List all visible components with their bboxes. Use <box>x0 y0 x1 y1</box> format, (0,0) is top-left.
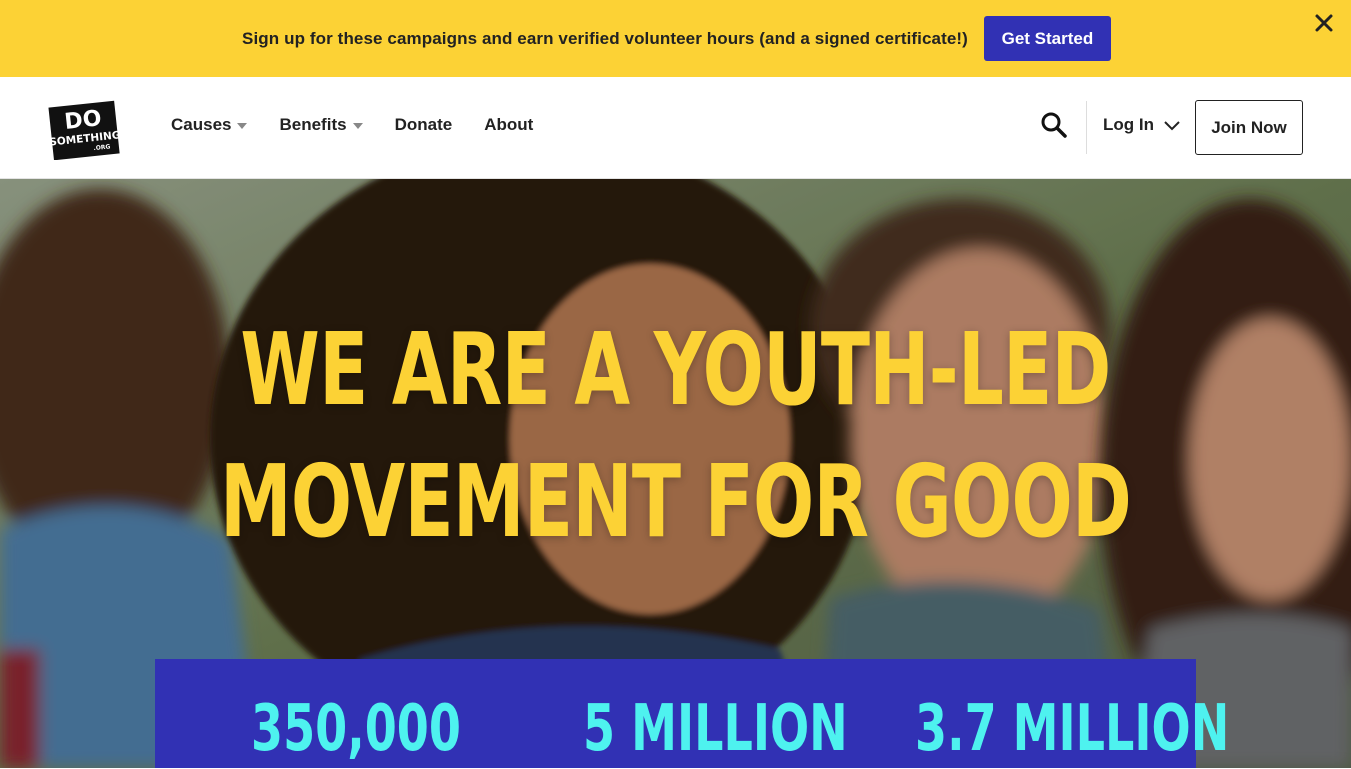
hero-title-line1: WE ARE A YOUTH-LED <box>240 311 1111 428</box>
site-header: DO SOMETHING .ORG Causes Benefits Donate… <box>0 77 1351 179</box>
nav-benefits[interactable]: Benefits <box>279 115 363 135</box>
login-label: Log In <box>1103 115 1154 134</box>
caret-down-icon <box>237 123 248 129</box>
stats-bar: 350,000 5 MILLION 3.7 MILLION <box>155 659 1229 768</box>
promo-banner: Sign up for these campaigns and earn ver… <box>0 0 1351 77</box>
promo-text: Sign up for these campaigns and earn ver… <box>242 28 968 48</box>
header-divider <box>1086 101 1087 154</box>
logo-line1: DO <box>63 106 102 135</box>
nav-benefits-label: Benefits <box>279 115 347 134</box>
get-started-button[interactable]: Get Started <box>983 16 1111 61</box>
search-icon[interactable] <box>1040 111 1068 139</box>
dosomething-logo[interactable]: DO SOMETHING .ORG <box>48 100 120 160</box>
main-nav: Causes Benefits Donate About <box>171 115 565 135</box>
stat-value-young-people: 5 MILLION <box>583 692 848 766</box>
hero-title: WE ARE A YOUTH-LED MOVEMENT FOR GOOD <box>189 304 1162 568</box>
chevron-down-icon <box>1164 121 1180 131</box>
nav-causes-label: Causes <box>171 115 232 134</box>
close-icon[interactable] <box>1313 12 1335 34</box>
stat-value-actions: 3.7 MILLION <box>915 692 1230 766</box>
hero-title-line2: MOVEMENT FOR GOOD <box>219 443 1132 560</box>
login-button[interactable]: Log In <box>1103 115 1181 135</box>
join-now-button[interactable]: Join Now <box>1195 100 1303 155</box>
caret-down-icon <box>352 123 363 129</box>
nav-about-label: About <box>484 115 534 134</box>
nav-causes[interactable]: Causes <box>171 115 248 135</box>
nav-donate[interactable]: Donate <box>395 115 453 135</box>
nav-about[interactable]: About <box>484 115 533 135</box>
nav-donate-label: Donate <box>394 115 453 134</box>
stat-value-members: 350,000 <box>251 692 461 766</box>
